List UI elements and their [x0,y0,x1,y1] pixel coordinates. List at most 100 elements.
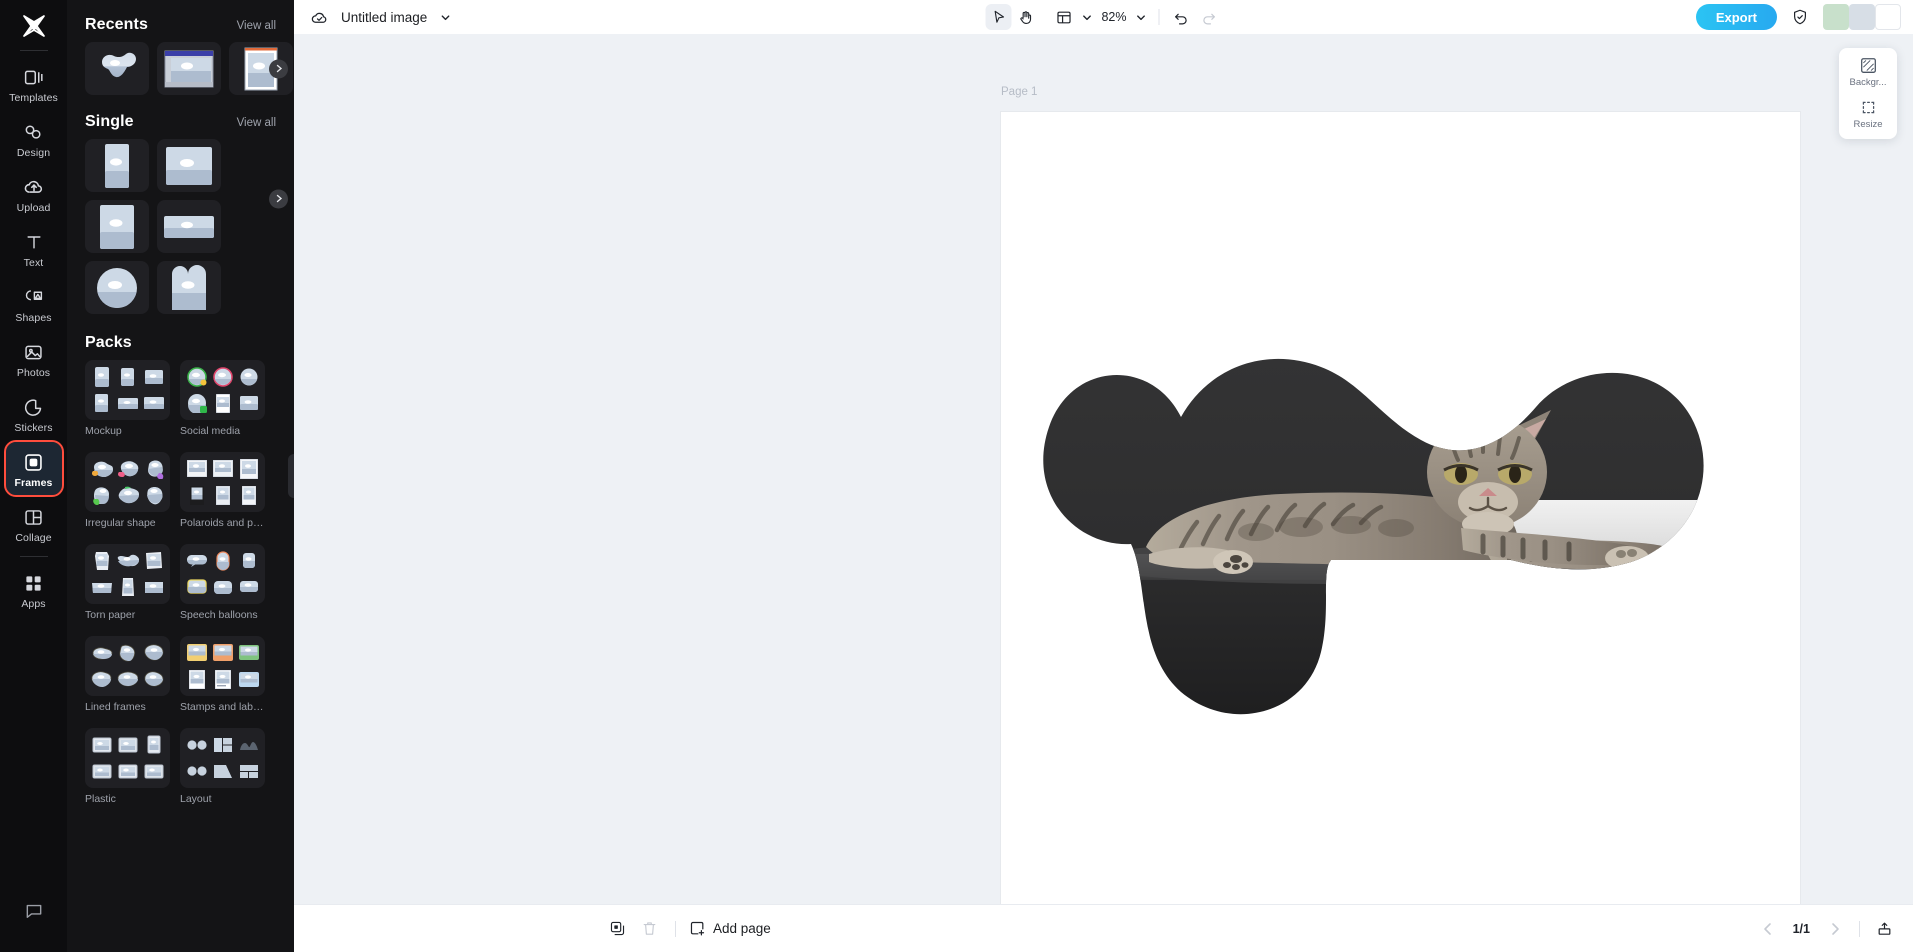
view-all-single[interactable]: View all [237,117,276,129]
section-title: Single [85,113,134,130]
collage-icon [22,505,46,529]
frame-thumbnail[interactable] [85,139,149,192]
section-title: Packs [85,334,132,351]
duplicate-page-icon[interactable] [604,916,630,942]
recents-next-arrow[interactable] [269,59,288,78]
layout-chevron-down-icon[interactable] [1079,4,1095,30]
sidebar-item-collage[interactable]: Collage [6,497,62,550]
shapes-icon [22,285,46,309]
pack-preview [180,452,265,512]
export-up-icon[interactable] [1871,916,1897,942]
sidebar-label: Upload [16,202,51,214]
add-page-icon [689,920,706,937]
resize-button[interactable]: Resize [1839,99,1897,130]
sidebar-item-frames[interactable]: Frames [3,440,64,497]
bottom-right-divider [1859,920,1860,937]
undo-icon[interactable] [1168,4,1194,30]
toolbar-divider [1158,9,1159,25]
pack-preview [85,452,170,512]
packs-grid: Mockup Social media Irregular shape Pola… [67,360,294,812]
toolbar-center-group: 82% [985,4,1222,30]
zoom-chevron-down-icon[interactable] [1133,4,1149,30]
pack-card[interactable]: Torn paper [85,544,170,628]
pack-card[interactable]: Stamps and labels [180,636,265,720]
sidebar-label: Shapes [15,312,52,324]
frame-thumbnail[interactable] [157,261,221,314]
bottom-right-group: 1/1 [1755,916,1897,942]
frame-thumbnail[interactable] [157,200,221,253]
document-title[interactable]: Untitled image [341,10,427,25]
feedback-button[interactable] [6,892,62,928]
templates-icon [22,65,46,89]
sidebar-item-upload[interactable]: Upload [6,167,62,220]
canvas-stage[interactable]: Page 1 Backgr... Resize [294,34,1913,904]
pack-preview [180,360,265,420]
sidebar-item-stickers[interactable]: Stickers [6,387,62,440]
add-page-button[interactable]: Add page [689,920,771,937]
sidebar-item-photos[interactable]: Photos [6,332,62,385]
frame-thumbnail[interactable] [85,261,149,314]
pack-card[interactable]: Lined frames [85,636,170,720]
bottom-divider [675,920,676,937]
sidebar-label: Apps [21,598,46,610]
pack-label: Layout [180,793,212,805]
canvas-tools-card: Backgr... Resize [1839,48,1897,139]
add-page-label: Add page [713,921,771,936]
layout-panels-icon[interactable] [1051,4,1077,30]
cloud-saved-icon[interactable] [306,4,332,30]
frame-thumbnail[interactable] [85,42,149,95]
cursor-arrow-icon[interactable] [985,4,1011,30]
section-header-single: Single View all [67,107,294,139]
panel-resize-handle[interactable] [288,454,294,498]
pack-label: Irregular shape [85,517,156,529]
pack-preview [180,728,265,788]
canvas-page[interactable] [1001,112,1800,904]
pack-card[interactable]: Social media [180,360,265,444]
pack-label: Mockup [85,425,122,437]
view-all-recents[interactable]: View all [237,20,276,32]
sidebar-item-shapes[interactable]: Shapes [6,277,62,330]
single-next-arrow[interactable] [269,189,288,208]
pack-card[interactable]: Layout [180,728,265,812]
pack-card[interactable]: Polaroids and phot... [180,452,265,536]
shield-check-icon[interactable] [1787,4,1813,30]
pack-card[interactable]: Mockup [85,360,170,444]
sidebar-item-templates[interactable]: Templates [6,57,62,110]
pack-card[interactable]: Irregular shape [85,452,170,536]
upload-cloud-icon [22,175,46,199]
rail-divider-top [19,50,48,51]
frame-thumbnail[interactable] [157,42,221,95]
avatar[interactable] [1849,4,1875,30]
page-counter: 1/1 [1792,921,1810,936]
sidebar-item-apps[interactable]: Apps [6,563,62,616]
zoom-level-value[interactable]: 82% [1097,10,1131,24]
feedback-icon [23,900,45,922]
sidebar-item-text[interactable]: Text [6,222,62,275]
pack-card[interactable]: Speech balloons [180,544,265,628]
section-header-packs: Packs [67,328,294,360]
sidebar-item-design[interactable]: Design [6,112,62,165]
capcut-logo[interactable] [11,6,57,46]
chevron-left-icon [1755,916,1781,942]
photos-icon [22,340,46,364]
background-button[interactable]: Backgr... [1839,57,1897,88]
cat-photo-in-irregular-frame[interactable] [1031,322,1771,722]
recents-thumb-row [67,42,294,95]
avatar[interactable] [1875,4,1901,30]
design-icon [22,120,46,144]
rail-divider-bottom [19,556,48,557]
frame-thumbnail[interactable] [85,200,149,253]
chevron-down-icon[interactable] [436,4,454,30]
hand-icon[interactable] [1013,4,1039,30]
bottom-bar: Add page 1/1 [294,904,1913,952]
collaborator-avatars[interactable] [1823,4,1901,30]
pack-card[interactable]: Plastic [85,728,170,812]
single-frames-grid [67,139,294,314]
apps-grid-icon [22,571,46,595]
frame-thumbnail[interactable] [157,139,221,192]
pack-label: Social media [180,425,241,437]
export-button[interactable]: Export [1695,4,1777,30]
avatar[interactable] [1823,4,1849,30]
section-header-recents: Recents View all [67,10,294,42]
sidebar-label: Text [23,257,44,269]
